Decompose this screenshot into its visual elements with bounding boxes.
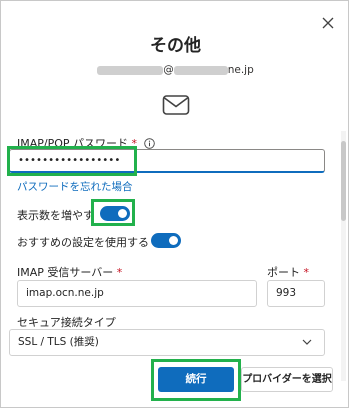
imap-server-label-text: IMAP 受信サーバー (17, 266, 114, 279)
toggle-label-recommended: おすすめの設定を使用する (17, 236, 149, 249)
chevron-down-icon (302, 339, 312, 345)
port-label: ポート * (267, 264, 309, 280)
port-input[interactable]: 993 (267, 280, 325, 307)
close-icon[interactable] (318, 13, 338, 33)
scrollbar-thumb[interactable] (341, 141, 346, 221)
redacted-username (97, 65, 164, 75)
dialog: その他 @ ne.jp IMAP/POP パスワード * ••••••••••••… (0, 0, 349, 408)
security-type-label: セキュア接続タイプ (17, 316, 116, 329)
email-at: @ (163, 64, 174, 76)
account-email: @ ne.jp (1, 64, 348, 76)
continue-button[interactable]: 続行 (158, 367, 234, 392)
required-mark: * (303, 266, 310, 279)
recommended-settings-toggle[interactable] (151, 233, 181, 248)
security-type-select[interactable]: SSL / TLS (推奨) (9, 329, 325, 356)
dialog-title: その他 (150, 36, 201, 56)
imap-server-label: IMAP 受信サーバー * (17, 264, 122, 280)
email-domain-suffix: ne.jp (227, 64, 254, 76)
info-icon[interactable] (143, 138, 155, 149)
imap-server-input[interactable]: imap.ocn.ne.jp (17, 280, 257, 307)
envelope-icon (162, 95, 190, 115)
port-label-text: ポート (267, 266, 300, 279)
required-mark: * (116, 266, 123, 279)
toggle-label-show-more: 表示数を増やす (17, 209, 94, 222)
show-more-toggle[interactable] (100, 206, 130, 221)
password-input[interactable]: ••••••••••••••••• (9, 149, 325, 173)
redacted-domain (173, 65, 228, 75)
security-type-value: SSL / TLS (推奨) (18, 336, 99, 348)
forgot-password-link[interactable]: パスワードを忘れた場合 (17, 179, 133, 194)
choose-provider-button[interactable]: プロバイダーを選択 (241, 367, 333, 392)
